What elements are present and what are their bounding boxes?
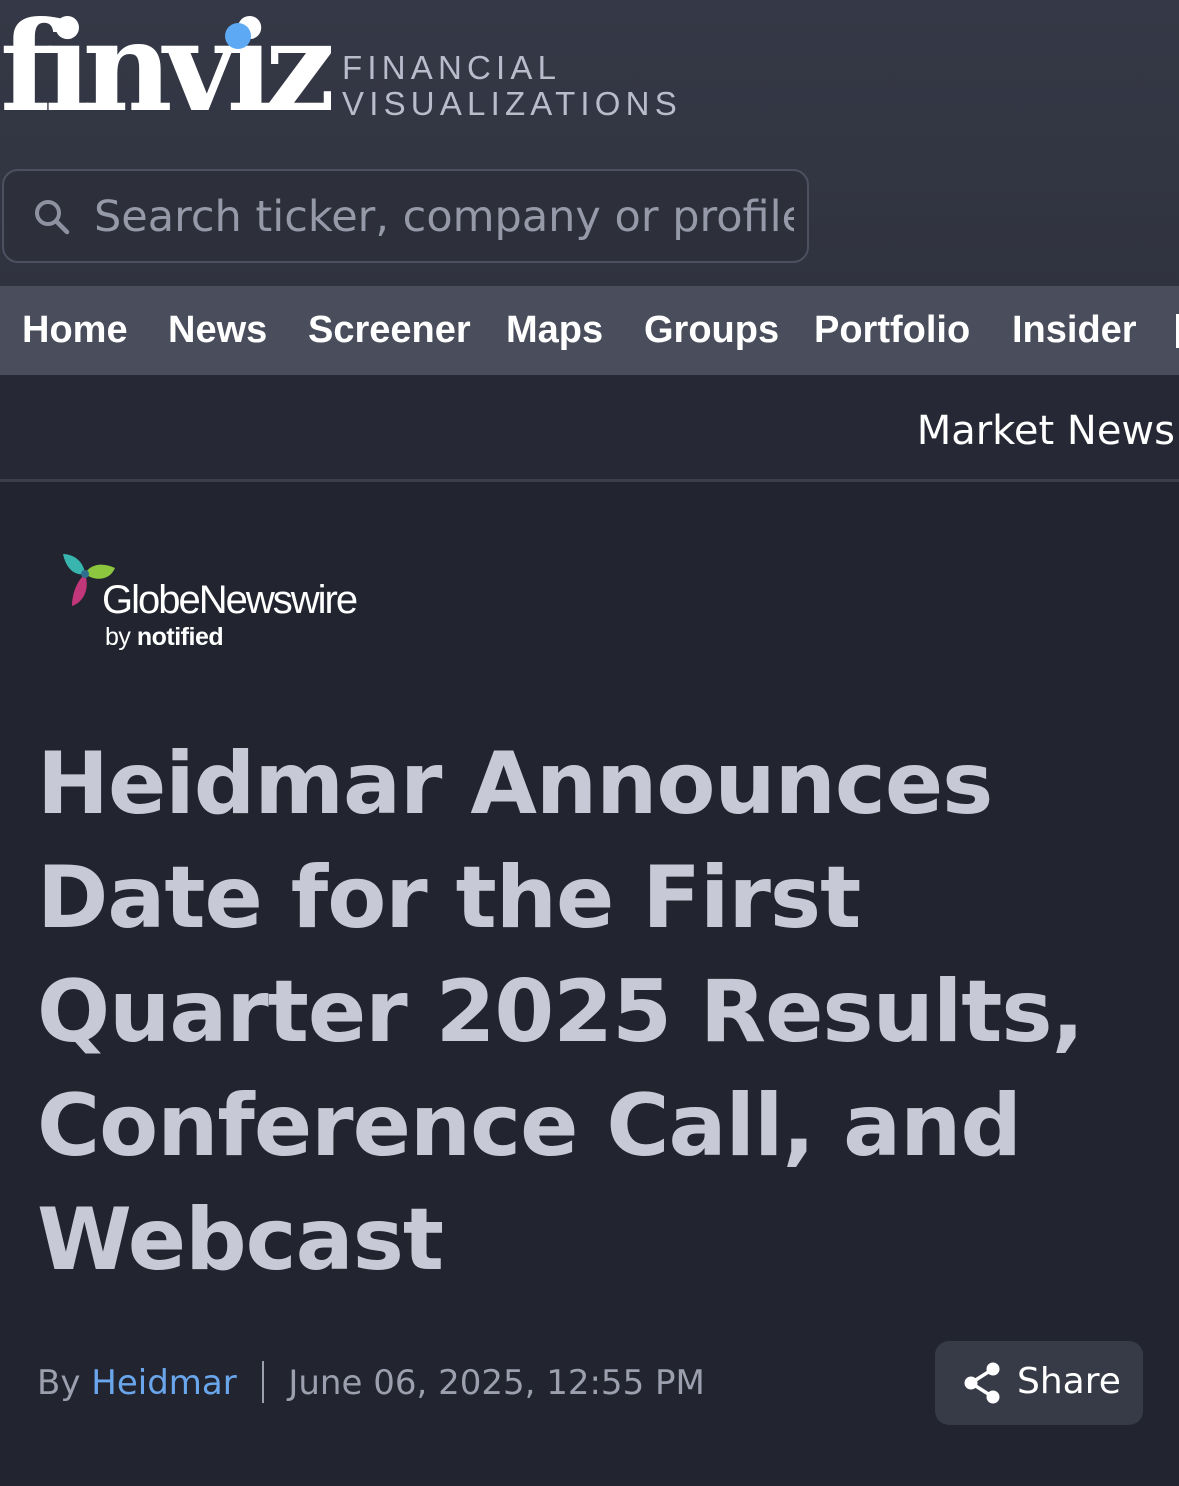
- tagline-line-2: VISUALIZATIONS: [342, 85, 682, 122]
- nav-item-screener[interactable]: Screener: [308, 286, 471, 375]
- source-name: GlobeNewswire: [102, 578, 358, 622]
- share-label: Share: [1017, 1361, 1121, 1402]
- section-title[interactable]: Market News: [917, 407, 1175, 455]
- nav-item-news[interactable]: News: [168, 286, 267, 375]
- search-input[interactable]: [94, 189, 794, 245]
- source-by-prefix: by: [105, 623, 131, 651]
- nav-item-maps[interactable]: Maps: [506, 286, 603, 375]
- source-byline: by notified: [105, 622, 224, 652]
- main-nav: Home News Screener Maps Groups Portfolio…: [0, 286, 1179, 375]
- section-bar: Market News: [0, 375, 1179, 482]
- logo-dot-icon: [225, 23, 251, 49]
- finviz-logo[interactable]: finviz: [0, 6, 335, 130]
- nav-item-portfolio[interactable]: Portfolio: [814, 286, 970, 375]
- nav-item-insider[interactable]: Insider: [1012, 286, 1137, 375]
- byline-divider: [261, 1360, 264, 1403]
- publish-datetime: June 06, 2025, 12:55 PM: [288, 1363, 705, 1403]
- source-by-brand: notified: [136, 623, 224, 651]
- source-logo: GlobeNewswire by notified: [60, 552, 380, 652]
- search-icon: [35, 200, 70, 235]
- article-byline: By Heidmar June 06, 2025, 12:55 PM: [37, 1360, 705, 1406]
- share-button[interactable]: Share: [935, 1341, 1143, 1425]
- by-label: By: [37, 1363, 81, 1403]
- site-header: finviz FINANCIAL VISUALIZATIONS: [0, 0, 1179, 286]
- nav-item-groups[interactable]: Groups: [644, 286, 779, 375]
- share-icon: [964, 1362, 1000, 1404]
- nav-item-home[interactable]: Home: [22, 286, 128, 375]
- tagline-line-1: FINANCIAL: [342, 49, 562, 86]
- author-link[interactable]: Heidmar: [91, 1363, 236, 1403]
- logo-tagline: FINANCIAL VISUALIZATIONS: [342, 50, 682, 122]
- search-box[interactable]: [2, 169, 809, 263]
- article-headline: Heidmar Announces Date for the First Qua…: [37, 734, 1084, 1290]
